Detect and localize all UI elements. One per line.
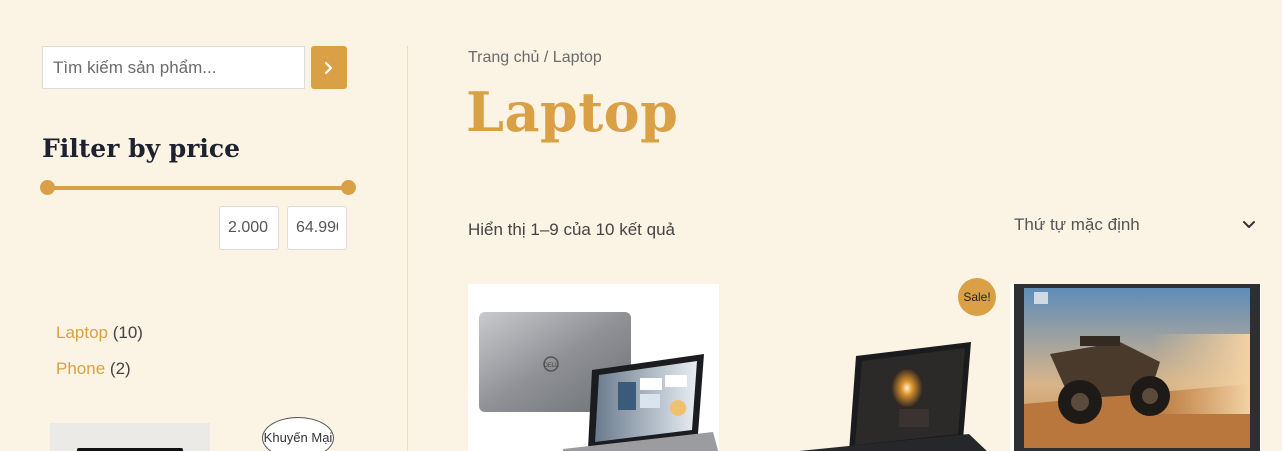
price-max-field[interactable] xyxy=(287,206,347,250)
category-count: (10) xyxy=(112,323,143,342)
category-link-phone[interactable]: Phone xyxy=(56,359,105,378)
page-title: Laptop xyxy=(466,80,679,144)
price-max-handle[interactable] xyxy=(341,180,356,195)
price-range-slider[interactable] xyxy=(40,178,356,198)
breadcrumb-current: Laptop xyxy=(552,49,602,66)
page: Filter by price Laptop (10) Phone (2) Kh… xyxy=(0,0,1282,451)
search-button[interactable] xyxy=(311,46,347,89)
sidebar-product-thumbnail[interactable] xyxy=(50,423,210,451)
search-input[interactable] xyxy=(42,46,305,89)
gaming-laptop-dune-buggy-image xyxy=(1014,284,1260,451)
chevron-right-icon xyxy=(324,61,333,74)
product-card[interactable]: DELL xyxy=(468,284,719,451)
chevron-down-icon xyxy=(1243,221,1255,228)
price-range-track xyxy=(47,186,349,190)
category-item-phone: Phone (2) xyxy=(56,351,143,387)
product-card[interactable] xyxy=(1010,284,1261,451)
dell-laptop-black-image xyxy=(799,342,987,451)
svg-text:DELL: DELL xyxy=(543,363,559,369)
product-card[interactable] xyxy=(739,284,990,451)
result-count: Hiển thị 1–9 của 10 kết quả xyxy=(468,220,675,239)
orderby-value: Thứ tự mặc định xyxy=(1014,215,1140,234)
filter-price-title: Filter by price xyxy=(42,134,241,163)
breadcrumb: Trang chủ / Laptop xyxy=(468,49,602,67)
dell-laptop-gray-image: DELL xyxy=(479,312,719,451)
price-min-field[interactable] xyxy=(219,206,279,250)
product-search-form xyxy=(42,46,347,89)
breadcrumb-separator: / xyxy=(539,49,553,66)
promo-badge[interactable]: Khuyến Mại xyxy=(262,417,334,451)
sale-badge: Sale! xyxy=(958,278,996,316)
category-item-laptop: Laptop (10) xyxy=(56,315,143,351)
category-count: (2) xyxy=(109,359,131,378)
sidebar-divider xyxy=(407,46,408,451)
category-list: Laptop (10) Phone (2) xyxy=(56,315,143,387)
price-min-handle[interactable] xyxy=(40,180,55,195)
breadcrumb-home-link[interactable]: Trang chủ xyxy=(468,49,539,66)
category-link-laptop[interactable]: Laptop xyxy=(56,323,108,342)
orderby-select[interactable]: Thứ tự mặc định xyxy=(1014,208,1264,242)
